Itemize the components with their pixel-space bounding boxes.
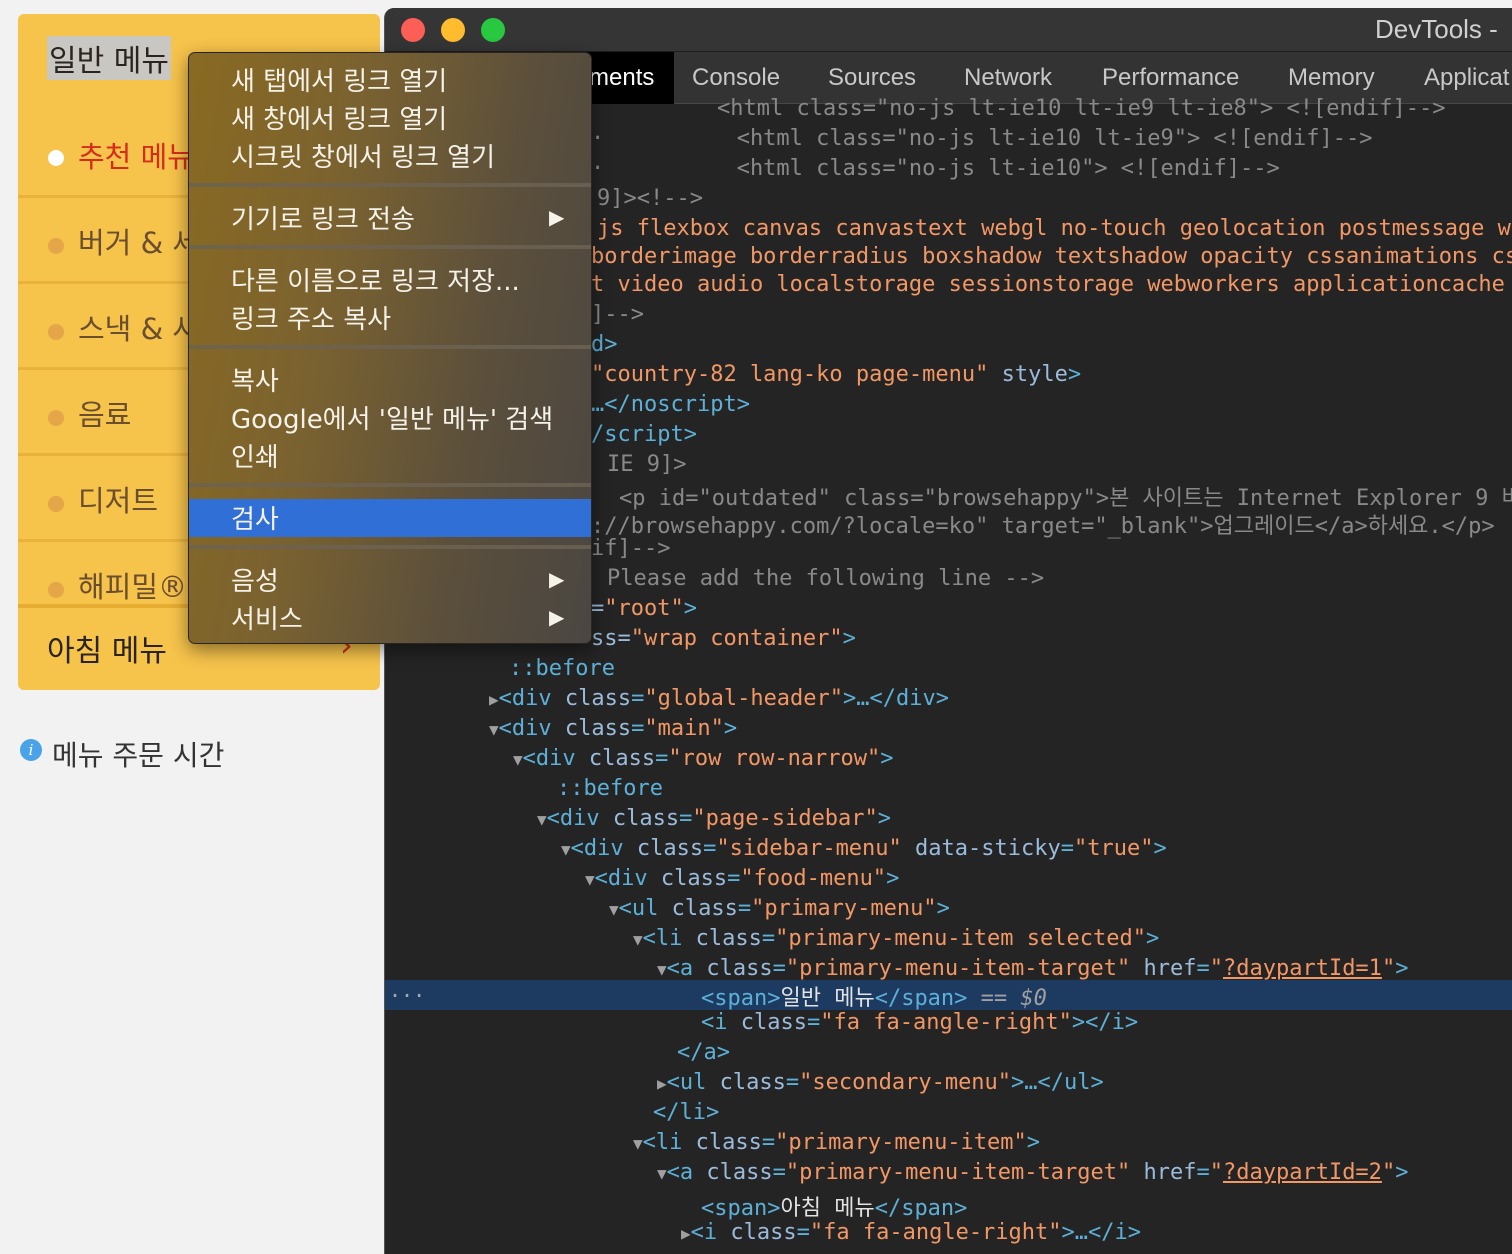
menu-item-open-incognito[interactable]: 시크릿 창에서 링크 열기	[231, 137, 495, 174]
tree-line[interactable]: ::before	[557, 776, 663, 806]
tree-line[interactable]: ▶<div class="global-header">…</div>	[489, 686, 949, 716]
tree-line[interactable]: "country-82 lang-ko page-menu" style>	[591, 362, 1081, 392]
tree-line[interactable]: <html class="no-js lt-ie10 lt-ie9 lt-ie8…	[717, 96, 1445, 126]
menu-separator	[189, 483, 591, 487]
bullet-icon	[48, 496, 64, 512]
tree-line[interactable]: · <html class="no-js lt-ie10"> <![endif]…	[591, 156, 1280, 186]
tree-line[interactable]: · <html class="no-js lt-ie10 lt-ie9"> <!…	[591, 126, 1372, 156]
menu-separator	[189, 183, 591, 187]
tree-line[interactable]: if]-->	[591, 536, 670, 566]
tree-line[interactable]: Please add the following line -->	[607, 566, 1044, 596]
menu-item-label: 버거 & 세	[78, 226, 200, 260]
tree-line[interactable]: ▶<ul class="secondary-menu">…</ul>	[657, 1070, 1104, 1100]
tree-line[interactable]: IE 9]>	[607, 452, 686, 482]
tree-line[interactable]: ::before	[509, 656, 615, 686]
primary-menu-title: 일반 메뉴	[47, 36, 171, 80]
tree-line[interactable]: d>	[591, 332, 618, 362]
selected-marker: == $0	[980, 986, 1047, 1011]
tab-console[interactable]: Console	[692, 64, 780, 92]
menu-separator	[189, 345, 591, 349]
tree-line[interactable]: </a>	[677, 1040, 730, 1070]
menu-item-save-link-as[interactable]: 다른 이름으로 링크 저장...	[231, 261, 520, 298]
close-button[interactable]	[401, 18, 425, 42]
tab-memory[interactable]: Memory	[1288, 64, 1375, 92]
tree-line[interactable]: ▼<a class="primary-menu-item-target" hre…	[657, 1160, 1408, 1190]
title-bar: DevTools -	[385, 8, 1512, 52]
tree-line[interactable]: ="root">	[591, 596, 697, 626]
submenu-arrow-icon: ▶	[549, 567, 565, 591]
tree-line[interactable]: <span>아침 메뉴</span>	[701, 1190, 967, 1221]
tab-performance[interactable]: Performance	[1102, 64, 1239, 92]
tree-line[interactable]: ▶<i class="fa fa-angle-right">…</i>	[681, 1220, 1141, 1250]
tree-line[interactable]: 9]><!-->	[597, 186, 703, 216]
info-icon: i	[20, 739, 42, 761]
maximize-button[interactable]	[481, 18, 505, 42]
submenu-arrow-icon: ▶	[549, 205, 565, 229]
more-icon[interactable]: ...	[389, 978, 425, 1002]
tree-line[interactable]: borderimage borderradius boxshadow texts…	[591, 244, 1512, 274]
order-time-label: 메뉴 주문 시간	[52, 739, 225, 772]
menu-item-label: 디저트	[78, 484, 159, 518]
menu-item-print[interactable]: 인쇄	[231, 437, 279, 474]
submenu-arrow-icon: ▶	[549, 605, 565, 629]
tree-line[interactable]: ://browsehappy.com/?locale=ko" target="_…	[591, 508, 1495, 539]
tree-line[interactable]: <p id="outdated" class="browsehappy">본 사…	[619, 480, 1512, 511]
selected-tree-line[interactable]: <span>일반 메뉴</span> == $0	[701, 980, 1047, 1011]
menu-item-send-to-device[interactable]: 기기로 링크 전송	[231, 199, 415, 236]
bullet-icon	[48, 238, 64, 254]
menu-item-services[interactable]: 서비스	[231, 599, 303, 636]
tree-line[interactable]: </li>	[653, 1100, 719, 1130]
tree-line[interactable]: ]-->	[591, 302, 644, 332]
bullet-icon	[48, 324, 64, 340]
menu-item-search-google[interactable]: Google에서 '일반 메뉴' 검색	[231, 399, 553, 436]
tree-line[interactable]: ▼<div class="page-sidebar">	[537, 806, 891, 836]
bullet-icon	[48, 582, 64, 598]
tree-line[interactable]: …</noscript>	[591, 392, 750, 422]
tree-line[interactable]: <i class="fa fa-angle-right"></i>	[701, 1010, 1138, 1040]
tree-line[interactable]: ▼<li class="primary-menu-item selected">	[633, 926, 1159, 956]
menu-item-label: 스낵 & 사	[78, 312, 200, 346]
context-menu: 새 탭에서 링크 열기 새 창에서 링크 열기 시크릿 창에서 링크 열기 기기…	[188, 52, 592, 644]
tree-line[interactable]: ▼<div class="food-menu">	[585, 866, 899, 896]
tree-line[interactable]: ss="wrap container">	[591, 626, 856, 656]
bullet-icon	[48, 150, 64, 166]
window-title: DevTools -	[1375, 14, 1498, 44]
tab-sources[interactable]: Sources	[828, 64, 916, 92]
menu-item-label: 해피밀®	[78, 570, 188, 604]
tab-network[interactable]: Network	[964, 64, 1052, 92]
menu-item-copy[interactable]: 복사	[231, 361, 279, 398]
menu-item-label: 추천 메뉴	[78, 140, 194, 174]
menu-item-label: 음료	[78, 398, 132, 432]
tree-line[interactable]: ▼<li class="primary-menu-item">	[633, 1130, 1040, 1160]
tree-line[interactable]: ▼<div class="row row-narrow">	[513, 746, 894, 776]
menu-separator	[189, 545, 591, 549]
bullet-icon	[48, 410, 64, 426]
tab-application[interactable]: Applicat	[1424, 64, 1509, 92]
tree-line[interactable]: ▼<div class="sidebar-menu" data-sticky="…	[561, 836, 1167, 866]
menu-item-open-new-window[interactable]: 새 창에서 링크 열기	[231, 99, 447, 136]
tree-line[interactable]: ▼<ul class="primary-menu">	[609, 896, 950, 926]
tree-line[interactable]: js flexbox canvas canvastext webgl no-to…	[597, 216, 1511, 246]
menu-item-inspect[interactable]: 검사	[231, 499, 279, 536]
menu-item-open-new-tab[interactable]: 새 탭에서 링크 열기	[231, 61, 447, 98]
tree-line[interactable]: ▼<div class="main">	[489, 716, 737, 746]
tree-line[interactable]: t video audio localstorage sessionstorag…	[591, 272, 1505, 302]
menu-item-speech[interactable]: 음성	[231, 561, 279, 598]
menu-item-copy-link-address[interactable]: 링크 주소 복사	[231, 299, 391, 336]
minimize-button[interactable]	[441, 18, 465, 42]
menu-item-label: 아침 메뉴	[47, 634, 167, 669]
menu-separator	[189, 245, 591, 249]
tree-line[interactable]: /script>	[591, 422, 697, 452]
